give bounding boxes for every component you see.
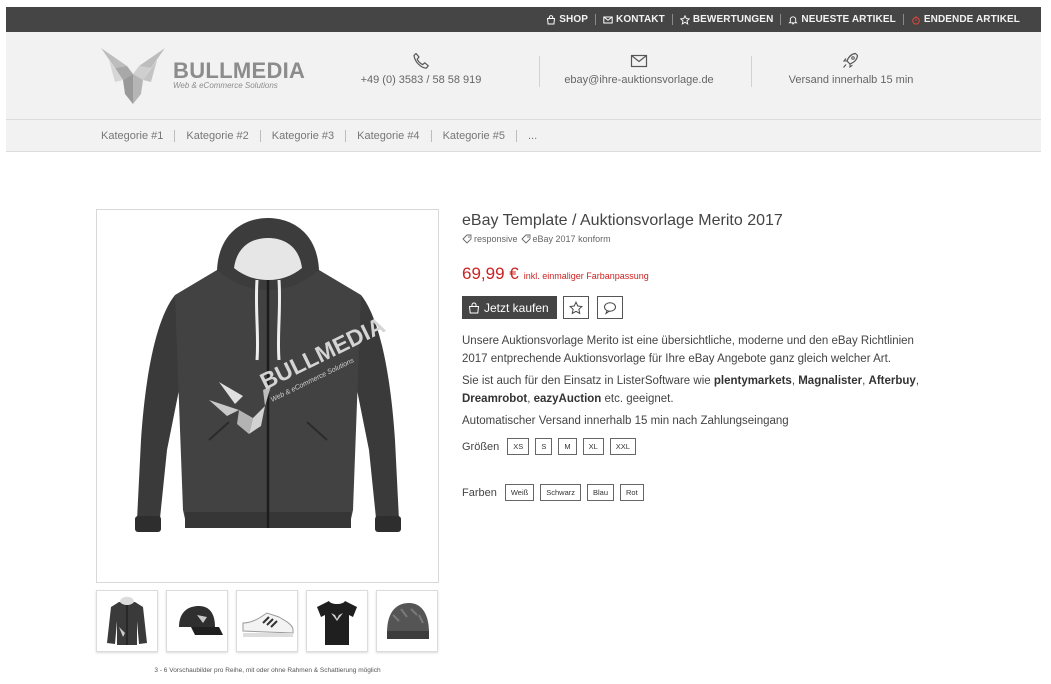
thumbnail-tshirt[interactable] — [306, 590, 368, 652]
top-nav: SHOP KONTAKT BEWERTUNGEN NEUESTE ARTIKEL… — [539, 7, 1027, 32]
brand-separator: , — [915, 375, 920, 387]
tag-label: eBay 2017 konform — [532, 234, 611, 244]
description-paragraph: Sie ist auch für den Einsatz in ListerSo… — [462, 372, 932, 408]
thumbnail-hoodie[interactable] — [96, 590, 158, 652]
nav-neueste-label: NEUESTE ARTIKEL — [801, 14, 896, 25]
logo[interactable]: BULLMEDIA Web & eCommerce Solutions — [97, 46, 305, 106]
size-option[interactable]: S — [535, 438, 553, 455]
sneaker-icon — [242, 612, 294, 637]
tag-label: responsive — [474, 234, 518, 244]
color-option[interactable]: Blau — [587, 484, 615, 501]
color-option[interactable]: Schwarz — [540, 484, 581, 501]
colors-row: Farben Weiß Schwarz Blau Rot — [462, 484, 932, 501]
size-option[interactable]: XXL — [609, 438, 636, 455]
description-paragraph: Automatischer Versand innerhalb 15 min n… — [462, 415, 789, 427]
price-row: 69,99 € inkl. einmaliger Farbanpassung — [462, 264, 932, 284]
bull-logo-icon — [101, 48, 165, 104]
color-option[interactable]: Weiß — [504, 484, 535, 501]
nav-shop-label: SHOP — [559, 14, 588, 25]
envelope-icon — [603, 16, 613, 23]
colors-label: Farben — [462, 486, 497, 499]
nav-kontakt-label: KONTAKT — [616, 14, 665, 25]
product-price: 69,99 € — [462, 264, 519, 283]
shipping-text: Versand innerhalb 15 min — [788, 74, 914, 86]
brand-name: Magnalister — [798, 375, 863, 387]
tag-responsive[interactable]: responsive — [462, 234, 518, 244]
tag-ebay-konform[interactable]: eBay 2017 konform — [520, 234, 611, 244]
price-note: inkl. einmaliger Farbanpassung — [523, 271, 649, 281]
nav-endende-label: ENDENDE ARTIKEL — [923, 14, 1020, 25]
hoodie-image: BULLMEDIA Web & eCommerce Solutions — [135, 218, 401, 532]
tag-icon — [462, 234, 472, 244]
category-bar: Kategorie #1 Kategorie #2 Kategorie #3 K… — [6, 120, 1041, 152]
shopping-bag-icon — [547, 14, 556, 24]
buy-now-button[interactable]: Jetzt kaufen — [462, 296, 557, 319]
timer-icon — [912, 15, 920, 25]
email-address: ebay@ihre-auktionsvorlage.de — [564, 74, 714, 86]
thumbnail-cap[interactable] — [166, 590, 228, 652]
brand-name: Dreamrobot — [462, 393, 528, 405]
bell-icon — [788, 15, 798, 24]
main-product-image[interactable]: BULLMEDIA Web & eCommerce Solutions — [96, 209, 439, 583]
brand-name: Afterbuy — [868, 375, 916, 387]
tshirt-icon — [317, 601, 357, 645]
logo-tagline: Web & eCommerce Solutions — [173, 81, 278, 90]
envelope-icon — [630, 54, 648, 68]
buy-now-label: Jetzt kaufen — [484, 300, 549, 315]
chat-bubble-icon — [603, 301, 616, 315]
beanie-icon — [387, 603, 429, 639]
product-tags: responsive eBay 2017 konform — [462, 234, 932, 244]
shipping-info: Versand innerhalb 15 min — [751, 52, 951, 86]
watchlist-button[interactable] — [562, 296, 589, 319]
thumbnail-sneaker[interactable] — [236, 590, 298, 652]
tag-icon — [520, 234, 530, 244]
nav-kontakt[interactable]: KONTAKT — [595, 14, 672, 25]
category-item[interactable]: Kategorie #2 — [175, 130, 261, 142]
brand-name: eazyAuction — [533, 393, 602, 405]
ask-question-button[interactable] — [596, 296, 623, 319]
rocket-icon — [842, 52, 859, 69]
sizes-row: Größen XS S M XL XXL — [462, 438, 932, 455]
product-title: eBay Template / Auktionsvorlage Merito 2… — [462, 212, 783, 229]
contact-phone[interactable]: +49 (0) 3583 / 58 58 919 — [321, 52, 521, 86]
category-list: Kategorie #1 Kategorie #2 Kategorie #3 K… — [90, 120, 548, 152]
nav-shop[interactable]: SHOP — [539, 14, 595, 25]
size-option[interactable]: XS — [507, 438, 530, 455]
category-item[interactable]: Kategorie #4 — [346, 130, 432, 142]
product-info: eBay Template / Auktionsvorlage Merito 2… — [462, 212, 932, 501]
shopping-bag-icon — [468, 302, 480, 313]
star-icon — [568, 300, 583, 314]
color-option[interactable]: Rot — [620, 484, 644, 501]
header: BULLMEDIA Web & eCommerce Solutions +49 … — [6, 32, 1041, 120]
hoodie-icon — [107, 596, 147, 645]
category-item[interactable]: Kategorie #3 — [261, 130, 347, 142]
sizes-label: Größen — [462, 440, 500, 453]
nav-endende-artikel[interactable]: ENDENDE ARTIKEL — [902, 14, 1027, 25]
nav-bewertungen-label: BEWERTUNGEN — [692, 14, 774, 25]
cap-icon — [179, 606, 223, 635]
category-item[interactable]: Kategorie #5 — [432, 130, 517, 142]
size-option[interactable]: XL — [582, 438, 604, 455]
top-bar: SHOP KONTAKT BEWERTUNGEN NEUESTE ARTIKEL… — [6, 7, 1041, 32]
action-row: Jetzt kaufen — [462, 296, 932, 319]
thumbnail-strip — [96, 590, 446, 652]
nav-bewertungen[interactable]: BEWERTUNGEN — [671, 14, 781, 25]
thumbnail-beanie[interactable] — [376, 590, 438, 652]
category-item[interactable]: Kategorie #1 — [90, 130, 176, 142]
description-intro: Sie ist auch für den Einsatz in ListerSo… — [462, 375, 714, 387]
phone-icon — [413, 52, 429, 69]
phone-number: +49 (0) 3583 / 58 58 919 — [360, 74, 482, 86]
category-item-more[interactable]: ... — [517, 130, 548, 142]
product-description: Unsere Auktionsvorlage Merito ist eine ü… — [462, 332, 932, 430]
thumbnail-caption: 3 - 6 Vorschaubilder pro Reihe, mit oder… — [154, 667, 381, 674]
contact-email[interactable]: ebay@ihre-auktionsvorlage.de — [539, 52, 739, 86]
description-paragraph: Unsere Auktionsvorlage Merito ist eine ü… — [462, 335, 914, 365]
nav-neueste-artikel[interactable]: NEUESTE ARTIKEL — [780, 14, 902, 25]
description-outro: etc. geeignet. — [601, 393, 674, 405]
size-option[interactable]: M — [558, 438, 577, 455]
star-icon — [679, 14, 690, 25]
brand-name: plentymarkets — [713, 375, 792, 387]
